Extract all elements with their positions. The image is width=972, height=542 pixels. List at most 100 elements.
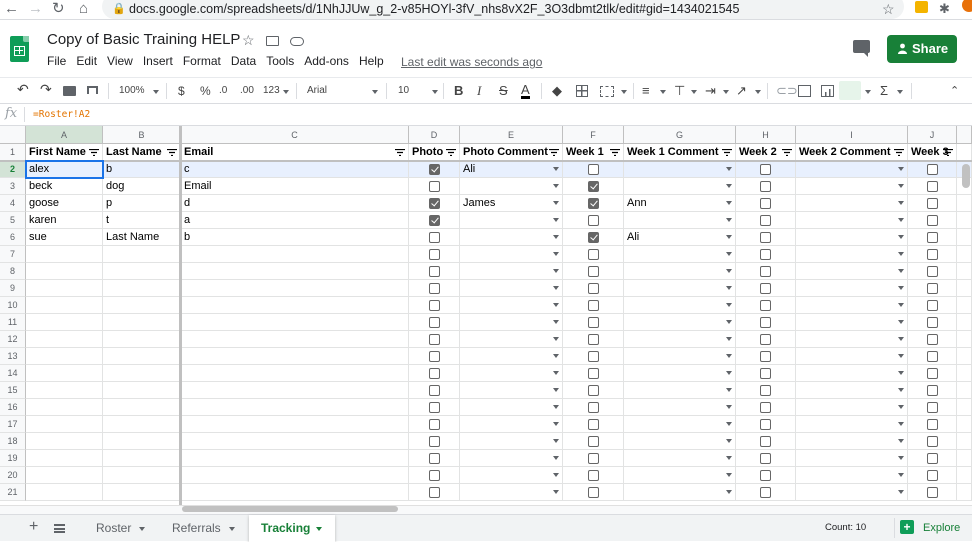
dropdown-chevron-icon[interactable] (553, 337, 559, 341)
dropdown-chevron-icon[interactable] (726, 184, 732, 188)
data-cell[interactable] (796, 229, 908, 246)
star-icon[interactable]: ☆ (242, 33, 255, 47)
checkbox[interactable] (429, 368, 440, 379)
row-header[interactable]: 14 (0, 365, 26, 382)
text-wrapping-icon[interactable]: ⇥ (705, 83, 716, 99)
borders-icon[interactable] (576, 85, 588, 97)
empty-cell[interactable] (26, 467, 103, 484)
checkbox[interactable] (760, 198, 771, 209)
empty-cell[interactable] (957, 484, 972, 501)
row-header[interactable]: 18 (0, 433, 26, 450)
checkbox[interactable] (588, 317, 599, 328)
document-title[interactable]: Copy of Basic Training HELP (47, 31, 240, 49)
empty-cell[interactable] (957, 229, 972, 246)
formula-input[interactable]: =Roster!A2 (33, 109, 90, 120)
empty-cell[interactable] (796, 467, 908, 484)
menu-edit[interactable]: Edit (76, 54, 97, 68)
dropdown-chevron-icon[interactable] (898, 167, 904, 171)
empty-cell[interactable] (624, 348, 736, 365)
insert-comment-icon[interactable] (798, 85, 811, 97)
collapse-toolbar-icon[interactable]: ⌃ (950, 83, 959, 99)
percent-format-button[interactable]: % (200, 83, 211, 99)
empty-cell[interactable] (563, 297, 624, 314)
empty-cell[interactable] (796, 314, 908, 331)
data-cell[interactable] (563, 178, 624, 195)
filter-icon[interactable] (894, 149, 904, 156)
dropdown-chevron-icon[interactable] (726, 218, 732, 222)
header-cell[interactable]: Photo (409, 144, 460, 161)
checkbox[interactable] (760, 470, 771, 481)
row-header[interactable]: 10 (0, 297, 26, 314)
empty-cell[interactable] (736, 484, 796, 501)
forward-icon[interactable]: → (28, 1, 43, 17)
sheet-tab-tracking[interactable]: Tracking (249, 515, 335, 542)
empty-cell[interactable] (908, 382, 957, 399)
checkbox[interactable] (927, 317, 938, 328)
empty-cell[interactable] (908, 365, 957, 382)
filter-icon[interactable] (89, 149, 99, 156)
empty-cell[interactable] (460, 484, 563, 501)
merge-chevron-icon[interactable] (621, 90, 627, 94)
checkbox[interactable] (588, 351, 599, 362)
checkbox[interactable] (927, 283, 938, 294)
fill-color-icon[interactable]: ◆ (552, 83, 562, 99)
tab-chevron-icon[interactable] (139, 527, 145, 531)
row-header[interactable]: 6 (0, 229, 26, 246)
dropdown-chevron-icon[interactable] (726, 235, 732, 239)
data-cell[interactable]: b (103, 161, 181, 178)
row-header[interactable]: 7 (0, 246, 26, 263)
data-cell[interactable]: Last Name (103, 229, 181, 246)
dropdown-chevron-icon[interactable] (553, 252, 559, 256)
empty-cell[interactable] (26, 331, 103, 348)
more-formats-button[interactable]: 123 (263, 83, 280, 99)
empty-cell[interactable] (796, 331, 908, 348)
empty-cell[interactable] (908, 416, 957, 433)
checkbox[interactable] (429, 385, 440, 396)
empty-cell[interactable] (624, 416, 736, 433)
lock-icon[interactable]: 🔒 (112, 1, 126, 17)
checkbox[interactable] (429, 283, 440, 294)
checkbox[interactable] (927, 351, 938, 362)
undo-icon[interactable]: ↶ (17, 81, 29, 97)
empty-cell[interactable] (957, 467, 972, 484)
select-all-corner[interactable] (0, 126, 26, 144)
empty-cell[interactable] (181, 314, 409, 331)
row-header[interactable]: 12 (0, 331, 26, 348)
empty-cell[interactable] (796, 246, 908, 263)
empty-cell[interactable] (563, 280, 624, 297)
empty-cell[interactable] (460, 433, 563, 450)
dropdown-chevron-icon[interactable] (553, 218, 559, 222)
empty-cell[interactable] (26, 297, 103, 314)
checkbox[interactable] (588, 232, 599, 243)
empty-cell[interactable] (624, 382, 736, 399)
empty-cell[interactable] (796, 433, 908, 450)
last-edit-link[interactable]: Last edit was seconds ago (401, 55, 542, 69)
column-header-e[interactable]: E (460, 126, 563, 144)
checkbox[interactable] (927, 385, 938, 396)
checkbox[interactable] (760, 351, 771, 362)
data-cell[interactable]: James (460, 195, 563, 212)
data-cell[interactable] (736, 161, 796, 178)
checkbox[interactable] (588, 249, 599, 260)
empty-cell[interactable] (26, 382, 103, 399)
merge-cells-icon[interactable] (600, 86, 614, 97)
data-cell[interactable] (908, 195, 957, 212)
empty-cell[interactable] (26, 314, 103, 331)
data-cell[interactable] (409, 161, 460, 178)
dropdown-chevron-icon[interactable] (898, 303, 904, 307)
empty-cell[interactable] (563, 348, 624, 365)
empty-cell[interactable] (624, 484, 736, 501)
empty-cell[interactable] (736, 263, 796, 280)
empty-cell[interactable] (409, 484, 460, 501)
dropdown-chevron-icon[interactable] (898, 371, 904, 375)
bold-button[interactable]: B (454, 83, 463, 99)
text-color-button[interactable]: A (521, 83, 530, 99)
dropdown-chevron-icon[interactable] (726, 405, 732, 409)
data-cell[interactable]: b (181, 229, 409, 246)
column-header-k[interactable] (957, 126, 972, 144)
vertical-scrollbar[interactable] (962, 164, 970, 188)
checkbox[interactable] (588, 385, 599, 396)
data-cell[interactable]: Ali (624, 229, 736, 246)
dropdown-chevron-icon[interactable] (553, 422, 559, 426)
empty-cell[interactable] (957, 331, 972, 348)
